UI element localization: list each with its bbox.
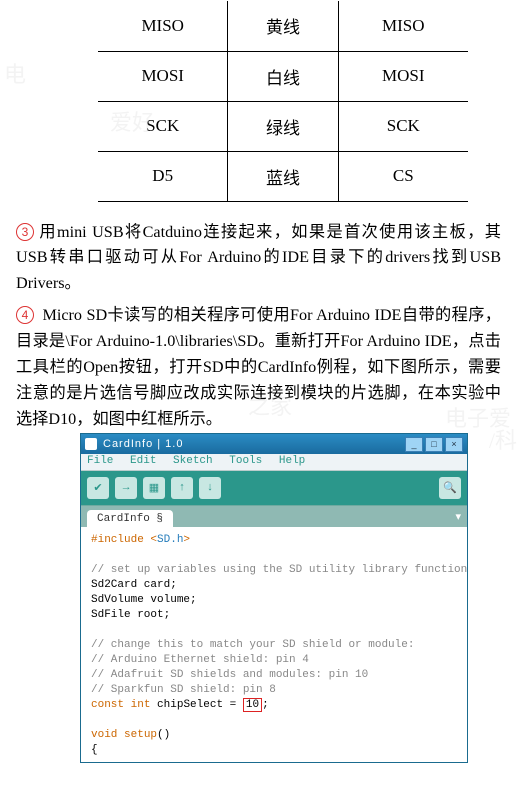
open-button[interactable]: ↑ [171,477,193,499]
upload-button[interactable]: → [115,477,137,499]
cell-right: MISO [338,1,468,51]
cell-left: SCK [98,101,228,151]
tab-dropdown-icon[interactable]: ▾ [455,510,461,524]
minimize-button[interactable]: _ [405,437,423,452]
step-number-3: 3 [16,223,34,241]
cell-left: D5 [98,151,228,201]
chip-select-highlight: 10 [243,698,262,712]
cell-right: MOSI [338,51,468,101]
table-row: D5 蓝线 CS [98,151,468,201]
cell-right: CS [338,151,468,201]
table-row: MISO 黄线 MISO [98,1,468,51]
menu-help[interactable]: Help [279,455,305,467]
serial-monitor-button[interactable]: 🔍 [439,477,461,499]
menu-sketch[interactable]: Sketch [173,455,213,467]
cell-mid: 蓝线 [228,151,338,201]
new-button[interactable]: ▦ [143,477,165,499]
maximize-button[interactable]: □ [425,437,443,452]
step-number-4: 4 [16,306,34,324]
ide-tabbar: CardInfo § ▾ [81,505,467,527]
step-4-paragraph: 4 Micro SD卡读写的相关程序可使用For Arduino IDE自带的程… [0,303,517,433]
ide-menubar: File Edit Sketch Tools Help [81,454,467,471]
verify-button[interactable]: ✔ [87,477,109,499]
watermark: 电 [4,57,26,89]
step-3-paragraph: 3用mini USB将Catduino连接起来，如果是首次使用该主板，其USB转… [0,220,517,298]
ide-toolbar: ✔ → ▦ ↑ ↓ 🔍 [81,471,467,505]
arduino-ide-window: CardInfo | 1.0 _ □ × File Edit Sketch To… [80,433,468,763]
cell-left: MISO [98,1,228,51]
cell-mid: 白线 [228,51,338,101]
cell-mid: 黄线 [228,1,338,51]
ide-titlebar: CardInfo | 1.0 _ □ × [81,434,467,454]
cell-mid: 绿线 [228,101,338,151]
step-4-text: Micro SD卡读写的相关程序可使用For Arduino IDE自带的程序，… [16,306,501,428]
menu-tools[interactable]: Tools [229,455,262,467]
cell-right: SCK [338,101,468,151]
pin-mapping-table: MISO 黄线 MISO MOSI 白线 MOSI SCK 绿线 SCK D5 … [98,1,468,202]
table-row: MOSI 白线 MOSI [98,51,468,101]
cell-left: MOSI [98,51,228,101]
table-row: SCK 绿线 SCK [98,101,468,151]
menu-edit[interactable]: Edit [130,455,156,467]
save-button[interactable]: ↓ [199,477,221,499]
step-3-text: 用mini USB将Catduino连接起来，如果是首次使用该主板，其USB转串… [16,223,501,293]
ide-code-editor[interactable]: #include <SD.h> // set up variables usin… [81,527,467,757]
ide-tab-cardinfo[interactable]: CardInfo § [87,510,173,527]
ide-window-title: CardInfo | 1.0 [103,438,405,450]
menu-file[interactable]: File [87,455,113,467]
close-button[interactable]: × [445,437,463,452]
ide-logo-icon [85,438,97,450]
